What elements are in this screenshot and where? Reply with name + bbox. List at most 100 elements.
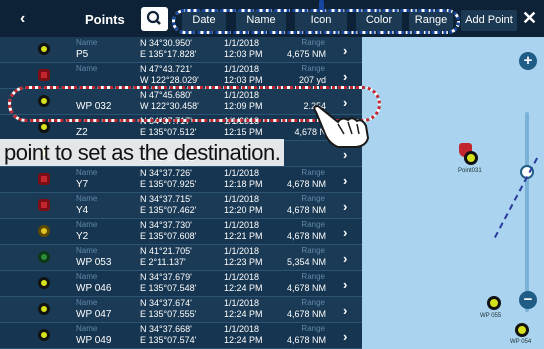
name-column-label: Name <box>76 246 98 255</box>
point-icon <box>38 303 50 315</box>
zoom-out-button[interactable]: − <box>519 291 537 309</box>
latitude: N 47°43.721' <box>140 64 192 74</box>
name-column-label: Name <box>76 194 98 203</box>
date: 1/1/2018 <box>224 38 260 48</box>
instruction-callout: point to set as the destination. <box>0 139 285 166</box>
points-screen: + − Point031 WP 055 WP 054 ‹ Points Date… <box>0 0 544 349</box>
point-icon <box>38 329 50 341</box>
range-column-label: Range <box>301 38 325 47</box>
latitude: N 41°21.705' <box>140 246 192 256</box>
list-item[interactable]: Name Y7 N 34°37.726' E 135°07.925' 1/1/2018 1… <box>0 167 362 193</box>
longitude: E 135°07.608' <box>140 231 197 241</box>
range-column-label: Range <box>301 64 325 73</box>
range-value: 207 yd <box>298 75 326 85</box>
range-column-label: Range <box>301 194 325 203</box>
points-list: Name P5 N 34°30.950' E 135°17.828' 1/1/2018 1… <box>0 37 362 349</box>
date: 1/1/2018 <box>224 194 260 204</box>
name-column-label: Name <box>76 168 98 177</box>
time: 12:21 PM <box>224 231 263 241</box>
list-item[interactable]: Name Y2 N 34°37.730' E 135°07.608' 1/1/2018 1… <box>0 219 362 245</box>
chevron-right-icon[interactable]: › <box>343 251 347 266</box>
search-icon <box>146 10 161 25</box>
range-value: 4,678 NM <box>286 335 326 345</box>
waypoint-icon[interactable] <box>487 296 501 310</box>
range-column-label: Range <box>301 272 325 281</box>
time: 12:18 PM <box>224 179 263 189</box>
point-name: P5 <box>76 49 89 60</box>
latitude: N 34°37.730' <box>140 220 192 230</box>
point-name: WP 046 <box>76 283 112 294</box>
point-icon <box>38 277 50 289</box>
time: 12:03 PM <box>224 49 263 59</box>
latitude: N 34°37.679' <box>140 272 192 282</box>
longitude: E 135°07.512' <box>140 127 197 137</box>
latitude: N 34°37.668' <box>140 324 192 334</box>
range-value: 4,678 NM <box>286 231 326 241</box>
list-item[interactable]: Name WP 046 N 34°37.679' E 135°07.548' 1/1/2… <box>0 271 362 297</box>
range-column-label: Range <box>301 220 325 229</box>
range-column-label: Range <box>301 298 325 307</box>
chevron-right-icon[interactable]: › <box>343 173 347 188</box>
point-name: WP 047 <box>76 309 112 320</box>
zoom-in-button[interactable]: + <box>519 52 537 70</box>
point-icon <box>38 121 50 133</box>
range-column-label: Range <box>301 168 325 177</box>
latitude: N 34°37.726' <box>140 168 192 178</box>
range-value: 4,675 NM <box>286 49 326 59</box>
list-item[interactable]: Name WP 053 N 41°21.705' E 2°11.137' 1/1/201… <box>0 245 362 271</box>
zoom-scale-track[interactable] <box>525 112 529 312</box>
point-icon <box>38 43 50 55</box>
list-item[interactable]: Name WP 047 N 34°37.674' E 135°07.555' 1/1/2… <box>0 297 362 323</box>
chevron-right-icon[interactable]: › <box>343 43 347 58</box>
pointing-hand-icon <box>313 104 370 148</box>
pointer-marker <box>319 0 324 10</box>
add-point-button[interactable]: Add Point <box>461 10 517 31</box>
longitude: E 135°17.828' <box>140 49 197 59</box>
longitude: E 135°07.548' <box>140 283 197 293</box>
time: 12:03 PM <box>224 75 263 85</box>
time: 12:23 PM <box>224 257 263 267</box>
point-icon <box>38 225 50 237</box>
back-button[interactable]: ‹ <box>20 10 25 28</box>
name-column-label: Name <box>76 324 98 333</box>
longitude: E 135°07.462' <box>140 205 197 215</box>
close-button[interactable]: ✕ <box>522 8 537 29</box>
sort-buttons-highlight-inner <box>172 9 460 34</box>
search-button[interactable] <box>141 7 168 31</box>
name-column-label: Name <box>76 272 98 281</box>
date: 1/1/2018 <box>224 324 260 334</box>
chevron-right-icon[interactable]: › <box>343 329 347 344</box>
point-name: WP 049 <box>76 335 112 346</box>
waypoint-icon[interactable] <box>464 151 478 165</box>
list-item[interactable]: Name WP 049 N 34°37.668' E 135°07.574' 1/1/2… <box>0 323 362 349</box>
chevron-right-icon[interactable]: › <box>343 303 347 318</box>
chevron-right-icon[interactable]: › <box>343 225 347 240</box>
list-item[interactable]: Name Y4 N 34°37.715' E 135°07.462' 1/1/2018 1… <box>0 193 362 219</box>
chart-map[interactable]: + − Point031 WP 055 WP 054 <box>362 37 544 349</box>
longitude: E 135°07.925' <box>140 179 197 189</box>
date: 1/1/2018 <box>224 220 260 230</box>
date: 1/1/2018 <box>224 64 260 74</box>
point-icon <box>38 173 50 185</box>
chevron-right-icon[interactable]: › <box>343 199 347 214</box>
waypoint-label: Point031 <box>458 168 482 174</box>
latitude: N 34°30.950' <box>140 38 192 48</box>
point-icon <box>38 199 50 211</box>
chevron-right-icon[interactable]: › <box>343 277 347 292</box>
latitude: N 34°37.715' <box>140 194 192 204</box>
longitude: E 135°07.555' <box>140 309 197 319</box>
list-item[interactable]: Name P5 N 34°30.950' E 135°17.828' 1/1/2018 1… <box>0 37 362 63</box>
chevron-right-icon[interactable]: › <box>343 147 347 162</box>
point-name: Y7 <box>76 179 89 190</box>
waypoint-icon[interactable] <box>515 323 529 337</box>
route-line <box>494 157 539 238</box>
point-icon <box>38 69 50 81</box>
chevron-right-icon[interactable]: › <box>343 69 347 84</box>
point-name: Z2 <box>76 127 88 138</box>
name-column-label: Name <box>76 220 98 229</box>
range-value: 4,678 NM <box>286 179 326 189</box>
date: 1/1/2018 <box>224 168 260 178</box>
point-icon <box>38 251 50 263</box>
date: 1/1/2018 <box>224 298 260 308</box>
range-value: 5,354 NM <box>286 257 326 267</box>
